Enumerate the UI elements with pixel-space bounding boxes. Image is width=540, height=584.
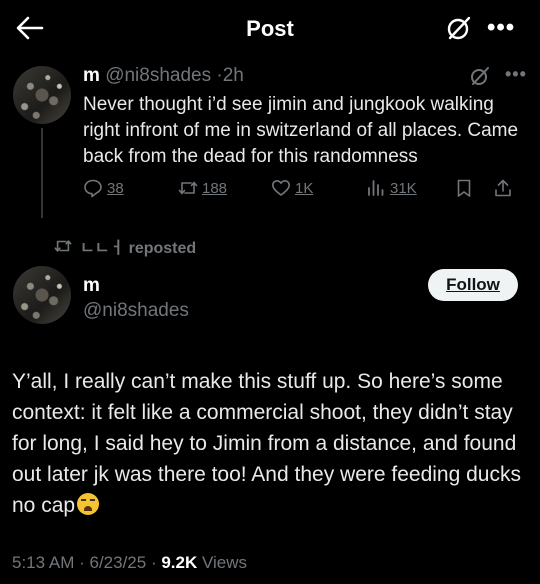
share-button[interactable] (493, 178, 513, 198)
bookmark-icon (457, 179, 471, 197)
avatar[interactable] (13, 266, 71, 324)
repost-banner: ㄴㄴㅓ reposted (54, 234, 196, 258)
grok-icon[interactable] (446, 15, 472, 41)
repost-icon (54, 240, 72, 252)
reply-button[interactable]: 38 (83, 178, 124, 198)
grok-icon[interactable] (470, 66, 490, 86)
bookmark-button[interactable] (454, 178, 474, 198)
post-text: Y’all, I really can’t make this stuff up… (12, 366, 532, 521)
loudly-crying-face-icon (77, 493, 100, 515)
more-icon[interactable]: ••• (505, 64, 527, 85)
post-author-handle[interactable]: @ni8shades (83, 300, 189, 322)
post-time[interactable]: 5:13 AM (12, 553, 74, 572)
like-button[interactable]: 1K (271, 178, 313, 198)
reply-author-name[interactable]: m (83, 65, 100, 86)
views-icon (368, 180, 384, 196)
repost-count: 188 (202, 179, 228, 197)
reply-count: 38 (107, 179, 124, 197)
reply-time[interactable]: 2h (223, 65, 244, 86)
reply-header: m @ni8shades ·2h (83, 65, 244, 87)
views-count: 31K (390, 179, 417, 197)
reply-text: Never thought i’d see jimin and jungkook… (83, 94, 519, 167)
top-bar: Post ••• (0, 0, 540, 56)
reply-author-handle[interactable]: @ni8shades (105, 65, 211, 86)
views-button[interactable]: 31K (366, 178, 417, 198)
post-views-count: 9.2K (161, 553, 198, 572)
reply-action-bar: 38 188 1K 31K (83, 178, 528, 202)
post-metadata: 5:13 AM · 6/23/25 · 9.2K Views (12, 553, 248, 572)
post-views-label: Views (201, 553, 248, 572)
post-date[interactable]: 6/23/25 (89, 553, 146, 572)
reply-icon (84, 179, 102, 198)
repost-icon (178, 181, 198, 195)
more-icon[interactable]: ••• (487, 14, 515, 42)
repost-banner-text[interactable]: ㄴㄴㅓ reposted (80, 234, 196, 258)
like-count: 1K (295, 179, 314, 197)
avatar[interactable] (13, 66, 71, 124)
thread-connector-line (41, 128, 43, 218)
repost-button[interactable]: 188 (178, 178, 227, 198)
heart-icon (272, 180, 290, 196)
post-author-name[interactable]: m (83, 275, 100, 297)
follow-button[interactable]: Follow (428, 269, 518, 301)
share-icon (495, 179, 511, 197)
